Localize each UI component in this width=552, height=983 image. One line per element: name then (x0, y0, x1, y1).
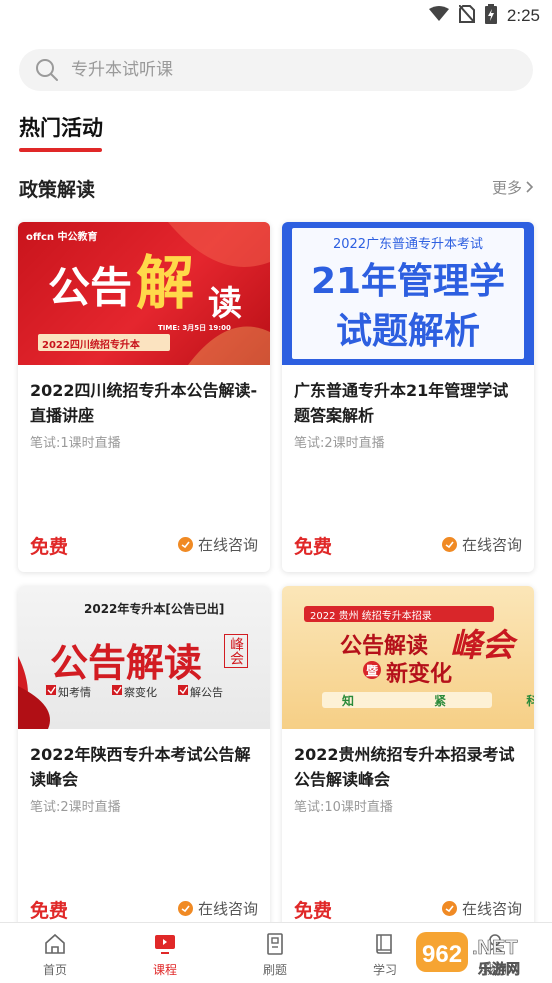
consult-label: 在线咨询 (197, 536, 258, 554)
search-icon (35, 58, 59, 82)
card-banner: 2022广东普通专升本考试 21年管理学 试题解析 (282, 222, 534, 365)
section-title-hot-activities[interactable]: 热门活动 (19, 112, 103, 142)
banner-checkboxes (46, 685, 188, 695)
banner-headline-tail: 读 (208, 284, 242, 324)
course-card[interactable]: 2022年专升本[公告已出] 公告解读 峰会 知考情 察变化 解公告 2022年… (18, 586, 270, 936)
banner-brand: offcn 中公教育 (26, 232, 98, 243)
home-icon (43, 933, 67, 955)
consult-icon (441, 537, 457, 552)
consult-label: 在线咨询 (461, 536, 522, 554)
section-underline (19, 148, 102, 152)
banner-line1: 21年管理学 (310, 261, 506, 302)
banner-tags: 知 紧 科 (342, 694, 534, 708)
consult-icon (177, 537, 193, 552)
banner-tag: 2022四川统招专升本 (42, 340, 140, 351)
course-card[interactable]: offcn 中公教育 公告 解 读 TIME: 3月5日 19:00 2022四… (18, 222, 270, 572)
banner-headline-accent: 解 (136, 249, 195, 317)
status-time: 2:25 (506, 6, 540, 25)
tab-course[interactable]: 课程 (110, 923, 220, 983)
card-banner: 2022年专升本[公告已出] 公告解读 峰会 知考情 察变化 解公告 (18, 586, 270, 729)
course-icon (153, 933, 177, 955)
card-banner: offcn 中公教育 公告 解 读 TIME: 3月5日 19:00 2022四… (18, 222, 270, 365)
search-input[interactable]: 专升本试听课 (19, 49, 533, 91)
course-card[interactable]: 2022 贵州 统招专升本招录 公告解读 峰会 暨 新变化 知 紧 科 2022… (282, 586, 534, 936)
card-title: 广东普通专升本21年管理学试题答案解析 (294, 381, 509, 425)
banner-headline: 公告 (48, 263, 133, 312)
card-price: 免费 (294, 900, 333, 922)
more-link[interactable]: 更多 (492, 177, 534, 198)
banner-top: 2022广东普通专升本考试 (332, 237, 484, 252)
consult-button[interactable]: 在线咨询 (177, 898, 258, 919)
banner-time: TIME: 3月5日 19:00 (158, 324, 231, 332)
practice-icon (263, 933, 287, 955)
card-title: 2022贵州统招专升本招录考试公告解读峰会 (294, 745, 515, 789)
svg-text:.NET: .NET (472, 937, 518, 959)
svg-text:962: 962 (422, 941, 462, 968)
consult-label: 在线咨询 (197, 900, 258, 918)
banner-top: 2022 贵州 统招专升本招录 (310, 611, 432, 622)
consult-label: 在线咨询 (461, 900, 522, 918)
tab-practice[interactable]: 刷题 (220, 923, 330, 983)
more-label: 更多 (491, 179, 522, 197)
chevron-right-icon (526, 179, 534, 197)
banner-side: 峰会 (450, 626, 515, 664)
consult-icon (177, 901, 193, 916)
policy-section-title: 政策解读 (19, 179, 96, 201)
course-card[interactable]: 2022广东普通专升本考试 21年管理学 试题解析 广东普通专升本21年管理学试… (282, 222, 534, 572)
battery-charging-icon (484, 4, 497, 28)
banner-pre: 暨 (366, 664, 379, 678)
search-placeholder: 专升本试听课 (71, 60, 173, 80)
card-banner: 2022 贵州 统招专升本招录 公告解读 峰会 暨 新变化 知 紧 科 (282, 586, 534, 729)
tab-label: 课程 (152, 963, 177, 977)
tab-label: 首页 (42, 963, 67, 977)
banner-line2: 试题解析 (335, 311, 480, 352)
banner-sub: 新变化 (386, 662, 453, 687)
status-bar: 2:25 (0, 0, 552, 32)
card-title: 2022年陕西专升本考试公告解读峰会 (30, 745, 251, 789)
card-price: 免费 (30, 900, 69, 922)
card-price: 免费 (30, 536, 69, 558)
svg-text:乐游网: 乐游网 (478, 961, 520, 978)
tab-home[interactable]: 首页 (0, 923, 110, 983)
card-meta: 笔试:10课时直播 (294, 800, 393, 815)
tab-label: 刷题 (262, 963, 287, 977)
consult-button[interactable]: 在线咨询 (441, 898, 522, 919)
card-meta: 笔试:2课时直播 (294, 436, 385, 451)
consult-icon (441, 901, 457, 916)
consult-button[interactable]: 在线咨询 (177, 534, 258, 555)
wifi-icon (428, 6, 449, 26)
consult-button[interactable]: 在线咨询 (441, 534, 522, 555)
card-title: 2022四川统招专升本公告解读-直播讲座 (30, 381, 258, 425)
card-meta: 笔试:1课时直播 (30, 436, 121, 451)
status-icons: 2:25 (428, 4, 540, 28)
book-icon (373, 933, 397, 955)
no-sim-icon (458, 4, 476, 27)
card-meta: 笔试:2课时直播 (30, 800, 121, 815)
site-watermark-logo: 962 .NET 乐游网 (414, 928, 546, 980)
card-price: 免费 (294, 536, 333, 558)
